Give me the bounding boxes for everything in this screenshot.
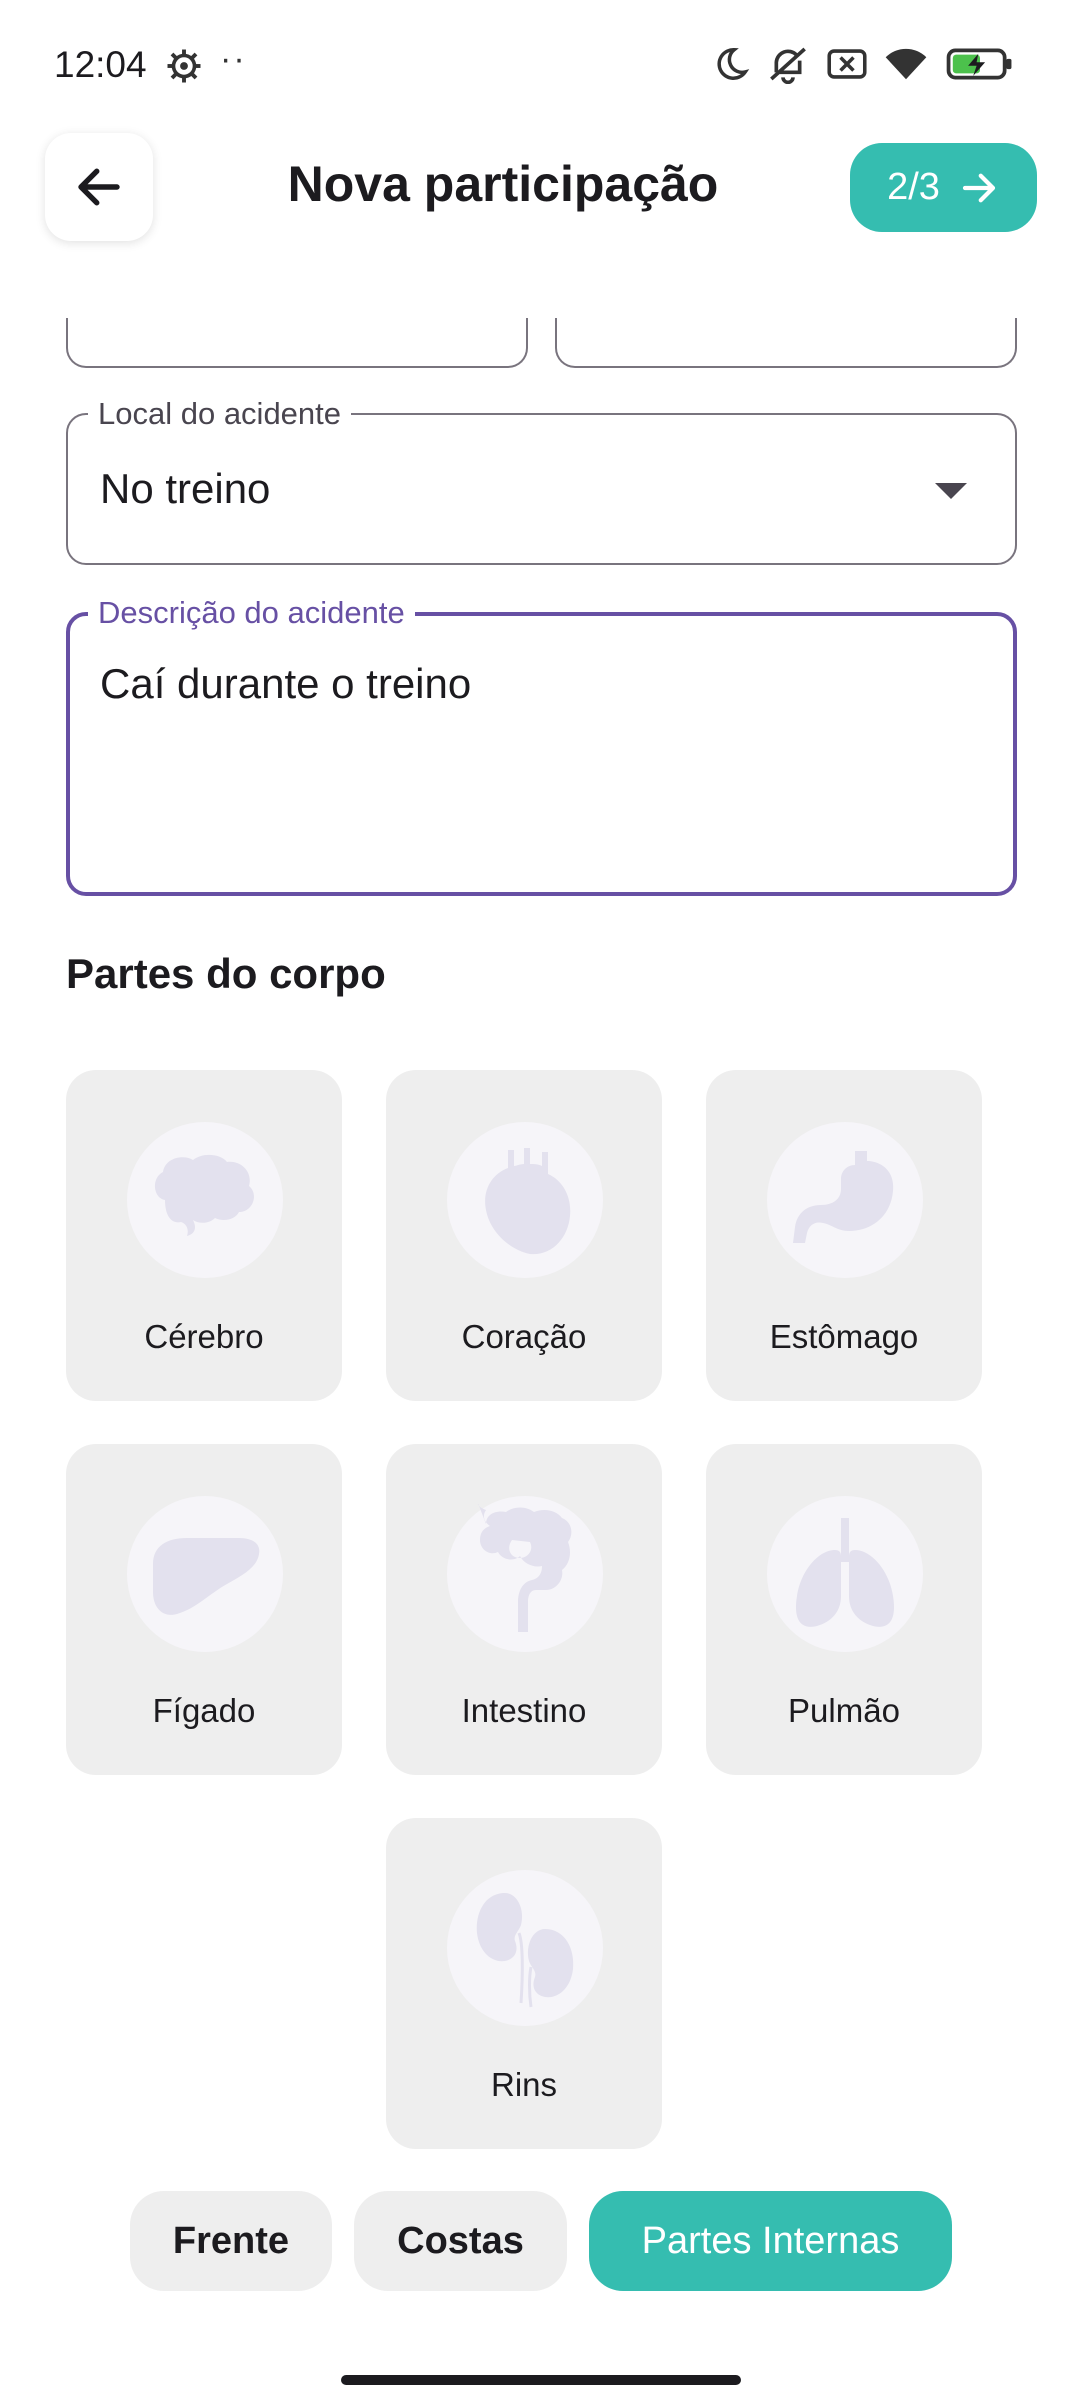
lungs-icon	[795, 1518, 895, 1627]
organ-card-stomach[interactable]: Estômago	[706, 1070, 982, 1401]
bell-off-icon	[770, 47, 806, 84]
liver-icon	[153, 1538, 260, 1615]
accident-description-field[interactable]: Descrição do acidente Caí durante o trei…	[66, 595, 1017, 896]
heart-icon	[485, 1148, 571, 1255]
accident-location-value: No treino	[100, 465, 271, 512]
accident-location-dropdown[interactable]: Local do acidente No treino	[66, 396, 1017, 565]
stomach-icon	[793, 1151, 894, 1243]
body-parts-title: Partes do corpo	[66, 950, 386, 997]
organ-label: Intestino	[461, 1692, 587, 1729]
arrow-right-icon	[962, 173, 996, 202]
status-dots: ··	[220, 40, 247, 78]
organ-label: Cérebro	[144, 1318, 264, 1355]
organ-label: Pulmão	[788, 1692, 900, 1729]
organ-label: Estômago	[769, 1318, 919, 1355]
organ-card-brain[interactable]: Cérebro	[66, 1070, 342, 1401]
organ-label: Coração	[461, 1318, 587, 1355]
tab-back[interactable]: Costas	[354, 2191, 567, 2291]
status-time: 12:04	[54, 44, 147, 85]
accident-location-label: Local do acidente	[88, 396, 352, 432]
status-icons	[712, 44, 1016, 84]
organ-card-kidneys[interactable]: Rins	[386, 1818, 662, 2149]
organ-card-heart[interactable]: Coração	[386, 1070, 662, 1401]
organ-card-intestine[interactable]: Intestino	[386, 1444, 662, 1775]
accident-description-value[interactable]: Caí durante o treino	[100, 660, 471, 708]
organ-label: Rins	[490, 2066, 558, 2103]
no-sim-icon	[827, 49, 867, 79]
organ-label: Fígado	[152, 1692, 256, 1729]
next-step-button[interactable]: 2/3	[850, 143, 1037, 232]
tab-internal-parts[interactable]: Partes Internas	[589, 2191, 952, 2291]
status-bar: 12:04 ··	[0, 0, 1080, 130]
settings-gear-icon	[167, 49, 201, 83]
intestine-icon	[477, 1504, 572, 1632]
organ-card-lungs[interactable]: Pulmão	[706, 1444, 982, 1775]
kidneys-icon	[476, 1893, 574, 2008]
home-indicator[interactable]	[341, 2375, 741, 2385]
step-indicator: 2/3	[887, 166, 940, 208]
battery-charging-icon	[946, 48, 1012, 80]
moon-icon	[717, 48, 750, 80]
wifi-icon	[885, 48, 927, 80]
brain-icon	[154, 1154, 254, 1236]
dropdown-arrow-icon[interactable]	[935, 483, 967, 499]
accident-description-label: Descrição do acidente	[88, 595, 415, 631]
tab-front[interactable]: Frente	[130, 2191, 332, 2291]
organ-card-liver[interactable]: Fígado	[66, 1444, 342, 1775]
